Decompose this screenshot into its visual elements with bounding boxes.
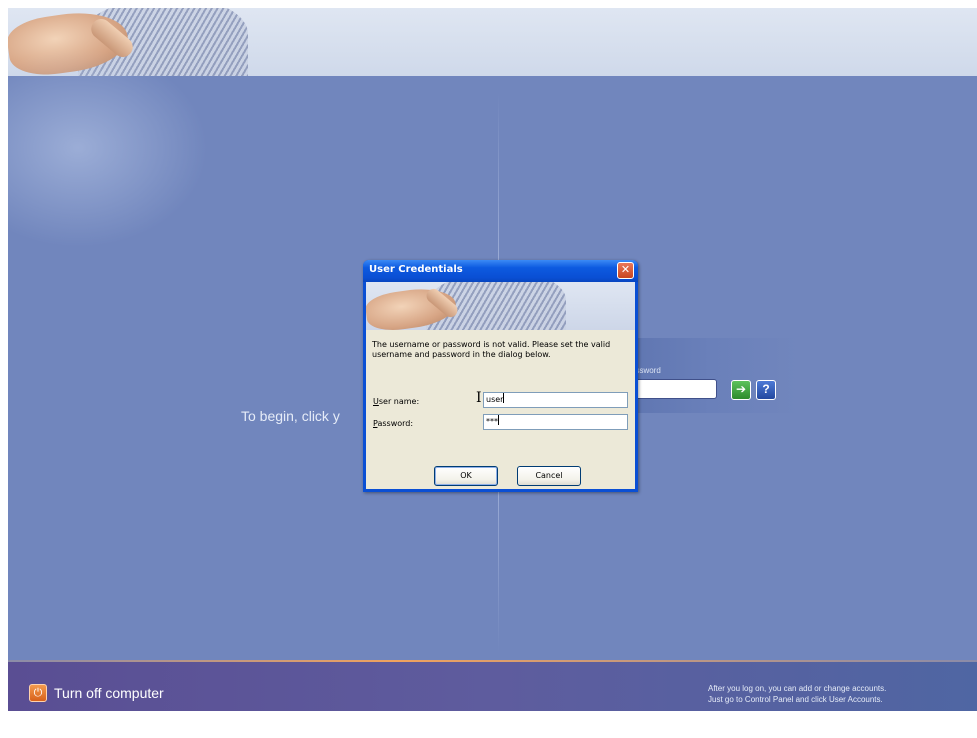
tile-password-input[interactable] [631,379,717,399]
footer-hint-line-1: After you log on, you can add or change … [708,684,887,693]
close-button[interactable]: ✕ [617,262,634,279]
ok-button[interactable]: OK [434,466,498,486]
arrow-right-icon: ➔ [735,382,747,396]
text-cursor-icon: I [476,390,482,406]
username-value: user [486,395,504,404]
turn-off-computer-button[interactable]: Turn off computer [54,685,164,701]
password-label: Password: [373,419,413,428]
background-glow [8,48,208,248]
help-icon: ? [762,382,770,396]
dialog-title-bar[interactable]: User Credentials ✕ [363,260,638,282]
footer-hint: After you log on, you can add or change … [708,683,968,705]
text-caret [503,393,505,403]
password-value: *** [486,417,498,426]
dialog-banner [366,282,635,330]
password-input[interactable]: *** [483,414,628,430]
password-label-text: assword: [377,419,414,428]
password-hint-button[interactable]: ? [756,380,776,400]
username-label-text: ser name: [378,397,420,406]
user-credentials-dialog: User Credentials ✕ The username or passw… [363,260,638,492]
dialog-title: User Credentials [369,264,463,275]
cancel-button[interactable]: Cancel [517,466,581,486]
username-input[interactable]: user [483,392,628,408]
go-button[interactable]: ➔ [731,380,751,400]
close-icon: ✕ [620,264,631,276]
power-icon[interactable]: ⏻ [29,684,47,702]
footer-hint-line-2: Just go to Control Panel and click User … [708,695,883,704]
username-label: User name: [373,397,419,406]
error-message: The username or password is not valid. P… [372,340,611,359]
logon-screen: To begin, click y assword ➔ ? ⏻ Turn off… [8,8,977,711]
password-caret [498,415,499,425]
